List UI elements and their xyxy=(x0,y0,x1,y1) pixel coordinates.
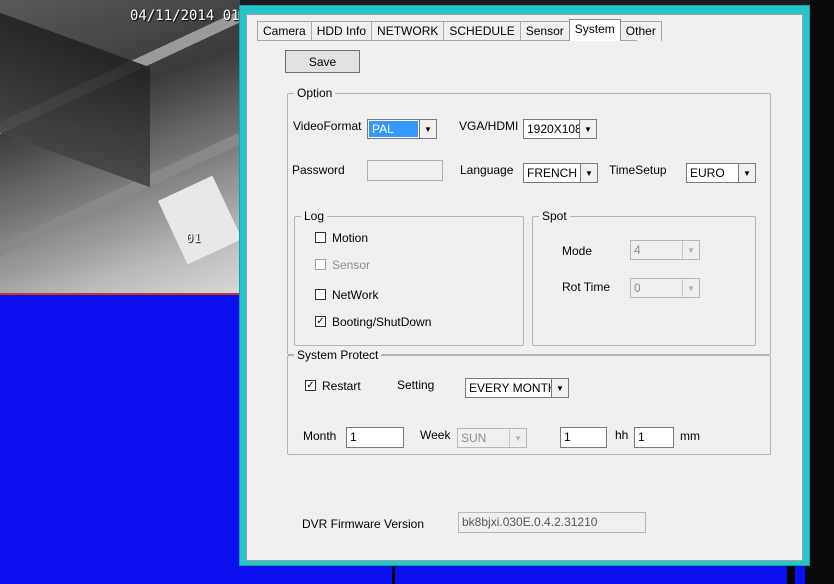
language-select[interactable]: FRENCH ▼ xyxy=(523,163,598,183)
chevron-down-icon: ▼ xyxy=(580,164,597,182)
password-label: Password xyxy=(292,163,345,177)
spot-mode-value: 4 xyxy=(634,243,641,257)
tab-system[interactable]: System xyxy=(568,19,621,41)
video-format-label: VideoFormat xyxy=(293,119,362,133)
log-booting-checkbox[interactable]: ✓ xyxy=(315,316,326,327)
tab-network[interactable]: NETWORK xyxy=(371,21,445,41)
option-group: Option VideoFormat PAL ▼ VGA/HDMI 1920X1… xyxy=(287,86,771,355)
password-input[interactable] xyxy=(367,160,443,181)
chevron-down-icon: ▼ xyxy=(509,429,526,447)
log-booting-label: Booting/ShutDown xyxy=(332,315,432,329)
restart-setting-value: EVERY MONTH xyxy=(469,381,551,395)
chevron-down-icon: ▼ xyxy=(551,379,568,397)
timesetup-value: EURO xyxy=(690,166,725,180)
restart-label: Restart xyxy=(322,379,361,393)
settings-dialog: Camera HDD Info NETWORK SCHEDULE Sensor … xyxy=(239,5,810,566)
tab-schedule[interactable]: SCHEDULE xyxy=(443,21,521,41)
log-group: Log Motion Sensor NetWork ✓ Booting/Shut… xyxy=(294,209,524,346)
chevron-down-icon: ▼ xyxy=(682,279,699,297)
camera-scene-shape xyxy=(0,12,150,188)
spot-group: Spot Mode 4 ▼ Rot Time 0 ▼ xyxy=(532,209,756,346)
tab-camera[interactable]: Camera xyxy=(257,21,312,41)
vga-hdmi-label: VGA/HDMI xyxy=(459,119,519,133)
option-group-title: Option xyxy=(294,86,336,100)
hh-label: hh xyxy=(615,428,629,442)
vga-hdmi-value: 1920X1080 xyxy=(527,122,579,136)
chevron-down-icon: ▼ xyxy=(738,164,755,182)
spot-rot-time-select: 0 ▼ xyxy=(630,278,700,298)
setting-label: Setting xyxy=(397,378,435,392)
save-button[interactable]: Save xyxy=(285,50,360,73)
log-network-label: NetWork xyxy=(332,288,379,302)
restart-checkbox[interactable]: ✓ xyxy=(305,380,316,391)
week-value: SUN xyxy=(461,431,487,445)
firmware-label: DVR Firmware Version xyxy=(302,517,425,531)
camera-feed: 04/11/2014 01 01 xyxy=(0,0,240,295)
tab-other[interactable]: Other xyxy=(619,21,662,41)
week-label: Week xyxy=(420,428,451,442)
system-protect-group: System Protect ✓ Restart Setting EVERY M… xyxy=(287,348,771,455)
chevron-down-icon: ▼ xyxy=(419,120,436,138)
minute-input[interactable]: 1 xyxy=(634,427,674,448)
camera-timestamp: 04/11/2014 01 xyxy=(130,8,240,24)
language-value: FRENCH xyxy=(527,166,577,180)
chevron-down-icon: ▼ xyxy=(682,241,699,259)
tab-bar: Camera HDD Info NETWORK SCHEDULE Sensor … xyxy=(257,19,662,41)
week-select: SUN ▼ xyxy=(457,428,527,448)
spot-group-title: Spot xyxy=(539,209,570,223)
checkmark-icon: ✓ xyxy=(306,380,315,391)
month-label: Month xyxy=(303,429,337,443)
video-format-select[interactable]: PAL ▼ xyxy=(367,119,437,139)
log-group-title: Log xyxy=(301,209,328,223)
log-motion-checkbox[interactable] xyxy=(315,232,326,243)
system-protect-group-title: System Protect xyxy=(294,348,382,362)
log-sensor-checkbox xyxy=(315,259,326,270)
firmware-version-field: bk8bjxi.030E.0.4.2.31210 xyxy=(458,512,646,533)
language-label: Language xyxy=(460,163,514,177)
tab-hdd-info[interactable]: HDD Info xyxy=(310,21,373,41)
settings-panel: Camera HDD Info NETWORK SCHEDULE Sensor … xyxy=(246,14,803,561)
restart-setting-select[interactable]: EVERY MONTH ▼ xyxy=(465,378,569,398)
timesetup-select[interactable]: EURO ▼ xyxy=(686,163,756,183)
checkmark-icon: ✓ xyxy=(316,316,325,327)
video-format-value: PAL xyxy=(369,121,418,137)
month-input[interactable]: 1 xyxy=(346,427,404,448)
camera-scene-shape xyxy=(158,175,240,265)
vga-hdmi-select[interactable]: 1920X1080 ▼ xyxy=(523,119,597,139)
tab-sensor[interactable]: Sensor xyxy=(519,21,570,41)
spot-rot-time-label: Rot Time xyxy=(562,280,611,294)
mm-label: mm xyxy=(680,429,700,443)
camera-channel-label: 01 xyxy=(186,231,201,245)
log-motion-label: Motion xyxy=(332,231,369,245)
spot-rot-time-value: 0 xyxy=(634,281,641,295)
log-sensor-label: Sensor xyxy=(332,258,371,272)
log-network-checkbox[interactable] xyxy=(315,289,326,300)
timesetup-label: TimeSetup xyxy=(609,163,667,177)
chevron-down-icon: ▼ xyxy=(579,120,596,138)
spot-mode-label: Mode xyxy=(562,244,593,258)
hour-input[interactable]: 1 xyxy=(560,427,607,448)
spot-mode-select: 4 ▼ xyxy=(630,240,700,260)
